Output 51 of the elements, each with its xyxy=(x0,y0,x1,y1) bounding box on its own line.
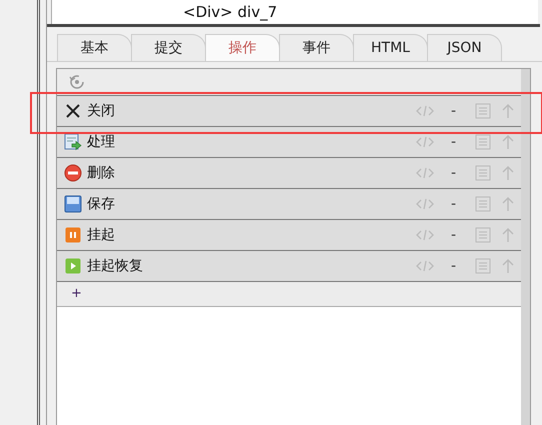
code-icon[interactable] xyxy=(415,104,435,118)
tab[interactable]: 操作 xyxy=(205,34,280,61)
tab[interactable]: 事件 xyxy=(279,34,354,61)
list-icon[interactable] xyxy=(475,196,491,212)
list-icon[interactable] xyxy=(475,227,491,243)
list-icon[interactable] xyxy=(475,258,491,274)
document-arrow-icon xyxy=(64,133,82,151)
action-value: - xyxy=(451,132,458,152)
action-value: - xyxy=(451,226,458,244)
arrow-up-icon[interactable] xyxy=(501,134,515,150)
tree-node-label[interactable]: <Div> div_7 xyxy=(183,3,278,21)
list-icon[interactable] xyxy=(475,165,491,181)
action-value: - xyxy=(451,164,458,182)
add-button[interactable]: + xyxy=(71,284,82,304)
action-row[interactable]: 挂起恢复 - xyxy=(57,250,521,281)
scrollbar[interactable] xyxy=(521,69,530,425)
code-icon[interactable] xyxy=(415,259,435,273)
play-icon xyxy=(65,258,81,274)
action-label: 处理 xyxy=(87,132,115,152)
code-icon[interactable] xyxy=(415,135,435,149)
pause-icon xyxy=(65,227,81,243)
code-icon[interactable] xyxy=(415,228,435,242)
action-value: - xyxy=(451,102,458,120)
arrow-up-icon[interactable] xyxy=(501,103,515,119)
action-row[interactable]: 挂起 - xyxy=(57,219,521,250)
action-label: 关闭 xyxy=(87,102,115,120)
code-icon[interactable] xyxy=(415,197,435,211)
action-label: 挂起 xyxy=(87,226,115,244)
arrow-up-icon[interactable] xyxy=(501,165,515,181)
tab[interactable]: JSON xyxy=(427,34,502,61)
action-value: - xyxy=(451,194,458,214)
list-icon[interactable] xyxy=(475,134,491,150)
list-icon[interactable] xyxy=(475,103,491,119)
action-label: 删除 xyxy=(87,164,115,182)
tab[interactable]: 提交 xyxy=(131,34,206,61)
action-row[interactable]: 保存 - xyxy=(57,188,521,219)
code-icon[interactable] xyxy=(415,166,435,180)
action-row[interactable]: 关闭 - xyxy=(57,95,521,126)
arrow-up-icon[interactable] xyxy=(501,227,515,243)
tab[interactable]: HTML xyxy=(353,34,428,61)
action-row[interactable]: 删除 - xyxy=(57,157,521,188)
refresh-icon[interactable] xyxy=(69,74,85,90)
minus-circle-icon xyxy=(64,164,82,182)
arrow-up-icon[interactable] xyxy=(501,258,515,274)
action-value: - xyxy=(451,256,458,276)
action-row[interactable]: 处理 - xyxy=(57,126,521,157)
action-label: 保存 xyxy=(87,194,115,214)
close-icon xyxy=(65,103,81,119)
action-label: 挂起恢复 xyxy=(87,256,143,276)
tab[interactable]: 基本 xyxy=(57,34,132,61)
arrow-up-icon[interactable] xyxy=(501,196,515,212)
